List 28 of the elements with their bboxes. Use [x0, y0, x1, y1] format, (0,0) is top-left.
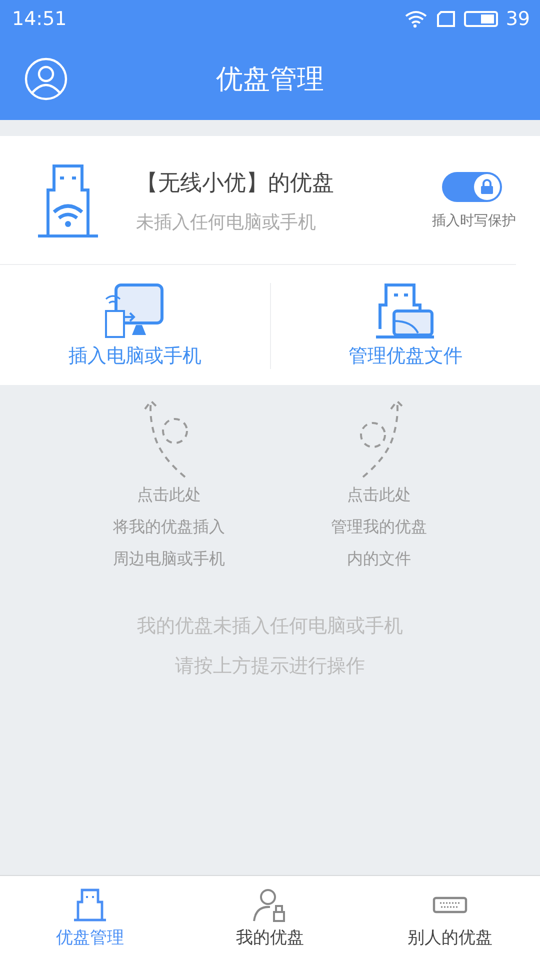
computer-usb-icon — [104, 283, 166, 339]
hint-text: 管理我的优盘 — [331, 516, 427, 538]
hint-text: 点击此处 — [347, 484, 411, 506]
hint-text: 点击此处 — [137, 484, 201, 506]
drive-status: 未插入任何电脑或手机 — [136, 211, 317, 234]
usb-drive-folder-icon — [374, 283, 436, 339]
status-time: 14:51 — [12, 8, 67, 30]
sim-card-icon — [436, 11, 456, 27]
wifi-icon — [404, 10, 428, 28]
hint-text: 周边电脑或手机 — [113, 548, 225, 570]
wireless-usb-drive-icon — [36, 164, 100, 238]
action-button[interactable]: 管理优盘文件 — [270, 283, 540, 369]
page-title: 优盘管理 — [215, 63, 325, 97]
nav-tab[interactable]: 优盘管理 — [0, 876, 180, 960]
action-button[interactable]: 插入电脑或手机 — [0, 283, 270, 369]
battery-icon — [464, 11, 498, 27]
write-protect-label: 插入时写保护 — [432, 212, 516, 230]
hint-text: 内的文件 — [347, 548, 411, 570]
drive-name: 【无线小优】的优盘 — [136, 170, 335, 198]
lock-icon — [480, 179, 494, 195]
hint-text: 将我的优盘插入 — [113, 516, 225, 538]
usb-drive-icon — [72, 888, 108, 922]
user-drive-icon — [252, 888, 288, 922]
battery-level: 39 — [506, 8, 530, 30]
profile-icon[interactable] — [24, 57, 68, 101]
nav-tab[interactable]: 别人的优盘 — [360, 876, 540, 960]
nav-tab[interactable]: 我的优盘 — [180, 876, 360, 960]
write-protect-toggle[interactable] — [442, 172, 502, 202]
